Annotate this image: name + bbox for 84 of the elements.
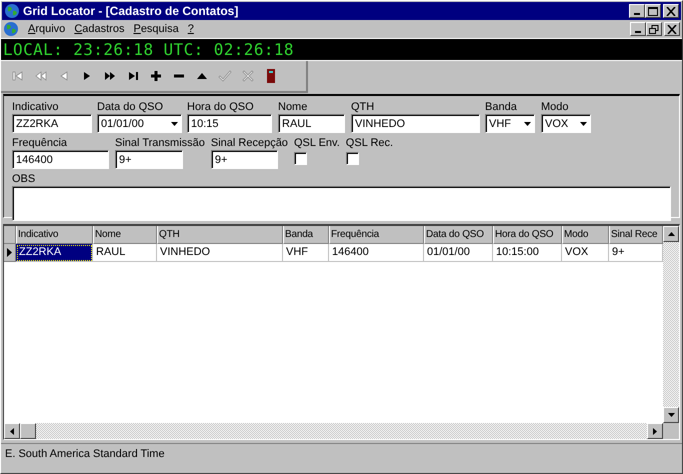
field-label: Modo [541, 100, 569, 114]
dropdown-field[interactable]: VOX [541, 114, 591, 133]
text-field[interactable]: ZZ2RKA [12, 114, 92, 133]
close-icon [667, 24, 677, 34]
checkmark-icon [218, 69, 232, 83]
table-cell: 01/01/00 [424, 244, 493, 262]
minimize-icon [635, 31, 641, 33]
scroll-left-button[interactable] [4, 423, 20, 439]
text-field[interactable]: 146400 [12, 150, 109, 169]
column-header[interactable]: Nome [93, 226, 157, 244]
rewind-icon [34, 69, 48, 83]
fast-forward-icon [102, 69, 116, 83]
globe-icon [4, 3, 20, 19]
column-header[interactable]: Sinal Rece [609, 226, 663, 244]
menu-item[interactable]: Arquivo [28, 23, 66, 35]
dropdown-field[interactable]: VHF [485, 114, 535, 133]
column-header[interactable]: Data do QSO [424, 226, 493, 244]
field-label: Banda [485, 100, 517, 114]
checkbox[interactable] [346, 152, 359, 165]
table-cell: 10:15:00 [493, 244, 562, 262]
field-label: Indicativo [12, 100, 58, 114]
scrollbar-thumb[interactable] [20, 423, 36, 439]
text-field[interactable]: 9+ [210, 150, 278, 169]
column-header[interactable]: Indicativo [16, 226, 93, 244]
minimize-button[interactable] [630, 22, 646, 36]
caret-icon [524, 122, 531, 126]
dropdown-field[interactable]: 01/01/00 [97, 114, 182, 133]
menu-item[interactable]: Cadastros [74, 23, 124, 35]
scroll-up-button[interactable] [663, 226, 679, 242]
field-label: Sinal Recepção [210, 136, 288, 150]
column-header[interactable]: Modo [562, 226, 609, 244]
scrollbar-corner [663, 423, 679, 439]
text-field[interactable]: 9+ [115, 150, 183, 169]
caret-icon [171, 122, 178, 126]
text-field[interactable]: RAUL [278, 114, 345, 133]
field-label: QTH [351, 100, 374, 114]
checkbox[interactable] [294, 152, 307, 165]
table-cell: VOX [562, 244, 609, 262]
globe-icon [3, 21, 19, 37]
cross-icon [240, 69, 254, 83]
row-pointer-icon [7, 248, 12, 257]
skip-to-start-icon [10, 69, 24, 83]
status-text: E. South America Standard Time [5, 448, 165, 460]
scroll-down-button[interactable] [663, 407, 679, 423]
menu-item[interactable]: ? [188, 23, 194, 35]
minimize-icon [634, 13, 640, 15]
caret-icon [580, 122, 587, 126]
field-label: Data do QSO [97, 100, 164, 114]
restore-button[interactable] [646, 22, 662, 36]
maximize-icon [648, 6, 658, 16]
field-label: Hora do QSO [187, 100, 254, 114]
minimize-button[interactable] [629, 4, 645, 18]
window-title: Grid Locator - [Cadastro de Contatos] [23, 4, 238, 18]
table-cell: 146400 [329, 244, 424, 262]
text-field[interactable]: VINHEDO [351, 114, 480, 133]
field-label: QSL Rec. [346, 136, 394, 150]
table-cell: VINHEDO [157, 244, 283, 262]
right-arrow-icon [653, 428, 657, 434]
down-arrow-icon [668, 413, 674, 417]
up-arrow-icon [668, 232, 674, 236]
column-header[interactable]: Hora do QSO [493, 226, 562, 244]
notes-field[interactable] [12, 186, 671, 221]
table-cell: VHF [283, 244, 329, 262]
column-header[interactable]: Banda [283, 226, 329, 244]
text-field[interactable]: 10:15 [187, 114, 272, 133]
field-label: Nome [278, 100, 308, 114]
field-label: OBS [12, 172, 36, 186]
field-label: Frequência [12, 136, 68, 150]
plus-icon [148, 69, 162, 83]
scroll-right-button[interactable] [647, 423, 663, 439]
close-button[interactable] [663, 4, 679, 18]
field-label: QSL Env. [294, 136, 340, 150]
clock-display: LOCAL: 23:26:18 UTC: 02:26:18 [3, 40, 294, 59]
close-icon [666, 6, 676, 16]
close-button[interactable] [664, 22, 680, 36]
left-arrow-icon [10, 428, 14, 434]
column-header[interactable]: Frequência [329, 226, 424, 244]
column-header[interactable]: QTH [157, 226, 283, 244]
maximize-button[interactable] [645, 4, 661, 18]
restore-icon [649, 24, 659, 34]
table-cell: ZZ2RKA [16, 244, 93, 262]
menu-item[interactable]: Pesquisa [133, 23, 179, 35]
field-label: Sinal Transmissão [115, 136, 205, 150]
table-cell: RAUL [93, 244, 157, 262]
